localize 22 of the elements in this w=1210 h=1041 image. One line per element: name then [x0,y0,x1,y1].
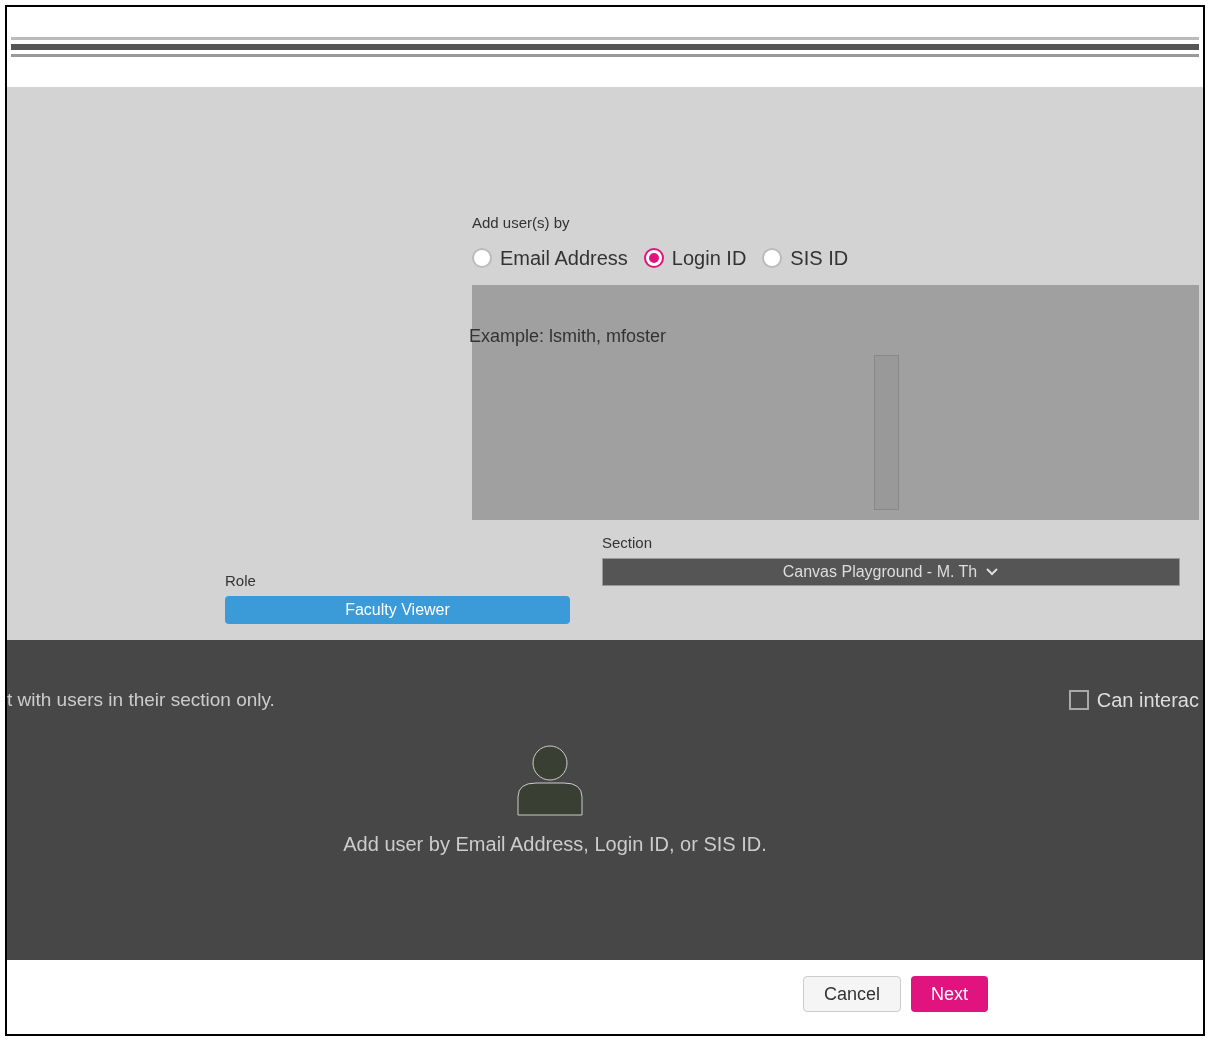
radio-label: Login ID [671,245,747,271]
next-button[interactable]: Next [911,976,989,1012]
radio-button[interactable] [762,247,783,268]
section-select[interactable]: Canvas Playground - M. Th [602,558,1180,586]
empty-state-text: Add user by Email Address, Login ID, or SIS ID. [343,832,767,857]
section-limit-text: t with users in their section only. [7,687,275,712]
checkbox[interactable] [1068,690,1089,710]
radio-button[interactable] [472,247,492,268]
radio-button[interactable] [643,247,664,268]
scrollbar[interactable] [874,354,899,510]
person-icon [516,745,584,817]
checkbox-label: Can interac [1096,688,1199,713]
role-label: Role [225,570,257,591]
role-select[interactable]: Faculty Viewer [225,596,570,624]
example-text: Example: lsmith, mfoster [469,324,667,348]
radio-label: SIS ID [790,245,849,271]
chevron-down-icon [985,567,1000,577]
cancel-button[interactable]: Cancel [803,976,902,1012]
add-by-label: Add user(s) by [472,213,571,233]
radio-label: Email Address [500,245,628,271]
section-label: Section [602,532,654,553]
user-input-field[interactable]: Example: lsmith, mfoster [472,284,1199,520]
